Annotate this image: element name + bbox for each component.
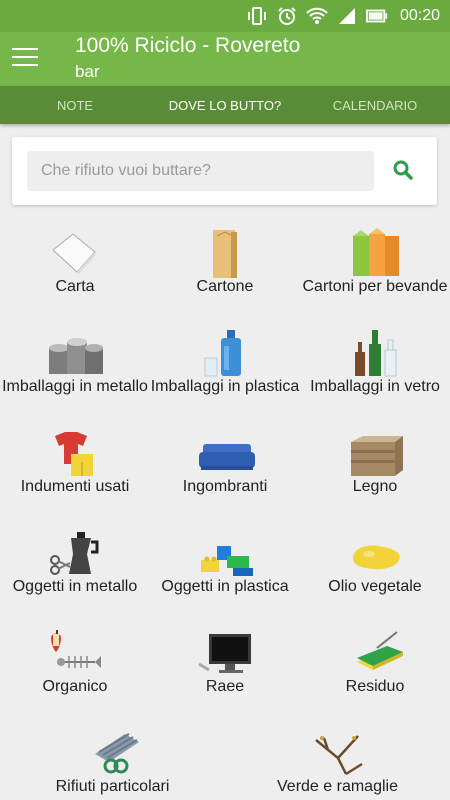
category-imballaggi-metallo[interactable]: Imballaggi in metallo — [0, 322, 150, 422]
plastic-bottle-icon — [197, 328, 253, 378]
battery-icon — [365, 5, 388, 27]
search-card — [12, 137, 437, 205]
special-waste-icon — [85, 728, 141, 778]
category-label: Cartone — [196, 278, 254, 295]
category-label: Organico — [42, 678, 108, 695]
category-label: Residuo — [345, 678, 405, 695]
category-label: Cartoni per bevande — [302, 278, 448, 295]
category-olio-vegetale[interactable]: Olio vegetale — [300, 522, 450, 622]
category-cartoni-per-bevande[interactable]: Cartoni per bevande — [300, 222, 450, 322]
tab-calendario[interactable]: CALENDARIO — [300, 86, 450, 124]
category-ingombranti[interactable]: Ingombranti — [150, 422, 300, 522]
category-label: Oggetti in plastica — [161, 578, 289, 595]
category-label: Imballaggi in plastica — [150, 378, 300, 395]
tab-dove-lo-butto[interactable]: DOVE LO BUTTO? — [150, 86, 300, 124]
glass-bottles-icon — [347, 328, 403, 378]
search-icon[interactable] — [390, 157, 418, 185]
category-label: Ingombranti — [182, 478, 268, 495]
category-label: Olio vegetale — [328, 578, 422, 595]
beverage-carton-icon — [347, 228, 403, 278]
category-indumenti-usati[interactable]: Indumenti usati — [0, 422, 150, 522]
tab-note[interactable]: NOTE — [0, 86, 150, 124]
category-label: Imballaggi in vetro — [310, 378, 440, 395]
category-imballaggi-plastica[interactable]: Imballaggi in plastica — [150, 322, 300, 422]
clothes-icon — [47, 428, 103, 478]
oil-puddle-icon — [347, 528, 403, 578]
wooden-crate-icon — [347, 428, 403, 478]
category-label: Imballaggi in metallo — [2, 378, 148, 395]
status-bar: 00:20 — [0, 0, 450, 32]
status-icons: 00:20 — [246, 0, 440, 32]
category-label: Oggetti in metallo — [12, 578, 138, 595]
hamburger-menu-icon[interactable] — [12, 48, 38, 68]
plastic-bricks-icon — [197, 528, 253, 578]
category-oggetti-plastica[interactable]: Oggetti in plastica — [150, 522, 300, 622]
sponge-icon — [347, 628, 403, 678]
category-imballaggi-vetro[interactable]: Imballaggi in vetro — [300, 322, 450, 422]
app-subtitle: bar — [75, 62, 100, 81]
signal-icon — [336, 5, 358, 27]
moka-scissors-icon — [47, 528, 103, 578]
category-carta[interactable]: Carta — [0, 222, 150, 322]
alarm-icon — [276, 5, 298, 27]
status-time: 00:20 — [399, 7, 440, 24]
category-label: Indumenti usati — [20, 478, 130, 495]
category-label: Rifiuti particolari — [55, 778, 170, 795]
category-label: Legno — [352, 478, 398, 495]
app-bar: 100% Riciclo - Rovereto bar — [0, 32, 450, 86]
sofa-icon — [197, 428, 255, 478]
cardboard-icon — [197, 228, 253, 278]
paper-icon — [47, 228, 103, 278]
monitor-icon — [197, 628, 253, 678]
app-title: 100% Riciclo - Rovereto — [75, 34, 301, 57]
category-organico[interactable]: Organico — [0, 622, 150, 722]
branches-icon — [310, 728, 366, 778]
category-residuo[interactable]: Residuo — [300, 622, 450, 722]
category-label: Carta — [55, 278, 95, 295]
wifi-icon — [306, 5, 328, 27]
category-legno[interactable]: Legno — [300, 422, 450, 522]
category-verde-e-ramaglie[interactable]: Verde e ramaglie — [225, 722, 450, 800]
vibrate-icon — [246, 5, 268, 27]
category-cartone[interactable]: Cartone — [150, 222, 300, 322]
search-input[interactable] — [27, 151, 374, 191]
tab-bar: NOTE DOVE LO BUTTO? CALENDARIO — [0, 86, 450, 124]
category-label: Raee — [205, 678, 245, 695]
apple-fishbone-icon — [47, 628, 103, 678]
category-rifiuti-particolari[interactable]: Rifiuti particolari — [0, 722, 225, 800]
category-raee[interactable]: Raee — [150, 622, 300, 722]
category-oggetti-metallo[interactable]: Oggetti in metallo — [0, 522, 150, 622]
metal-cans-icon — [47, 328, 103, 378]
category-label: Verde e ramaglie — [277, 778, 398, 795]
